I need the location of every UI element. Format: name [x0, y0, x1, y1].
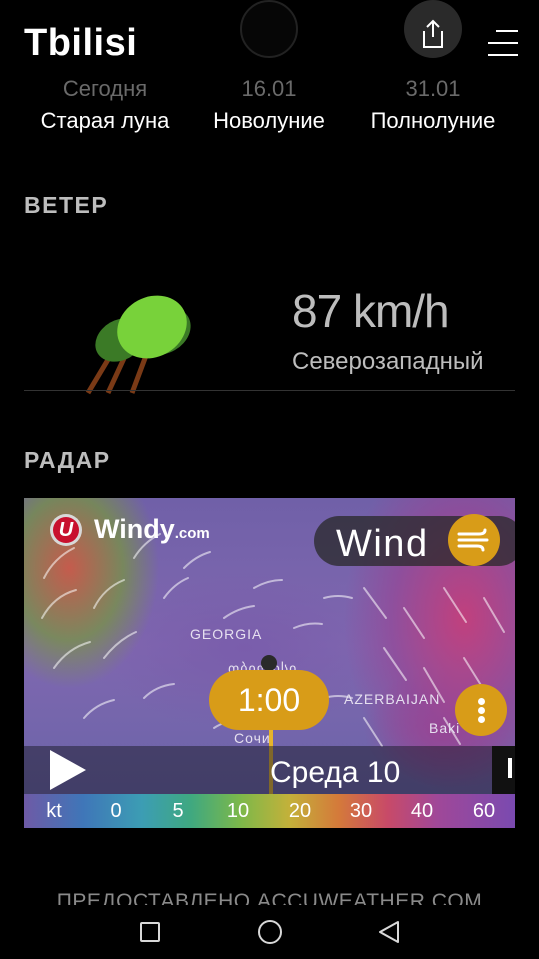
- scale-value: 5: [172, 800, 184, 822]
- app-header: Tbilisi: [0, 0, 539, 82]
- more-options-button[interactable]: [455, 684, 507, 736]
- moon-phase-new: 16.01 Новолуние: [184, 78, 354, 134]
- moon-date: 16.01: [241, 78, 297, 101]
- radar-map[interactable]: U Windy.com Wind GEORGIA თბილისი AZERBAI…: [24, 498, 515, 828]
- more-vertical-icon: [478, 698, 485, 705]
- scale-unit: kt: [46, 800, 62, 822]
- windy-logo-icon: U: [50, 514, 82, 546]
- wind-speed: 87 km/h: [292, 285, 450, 337]
- moon-phase-label: Старая луна: [40, 108, 170, 133]
- share-icon: [423, 19, 443, 48]
- timeline-next[interactable]: [492, 746, 515, 794]
- windy-brand-suffix: .com: [174, 525, 210, 542]
- trees-wind-icon: [85, 295, 191, 395]
- wind-direction: Северозападный: [292, 348, 484, 375]
- wind-section-title: ВЕТЕР: [24, 192, 109, 218]
- scale-value: 0: [110, 800, 122, 822]
- moon-phase-label: Новолуние: [213, 108, 325, 133]
- layer-label: Wind: [336, 523, 429, 565]
- map-label-azerbaijan: AZERBAIJAN: [344, 691, 441, 707]
- moon-date: 31.01: [405, 78, 461, 101]
- moon-phase-today: Сегодня Старая луна: [20, 78, 190, 134]
- section-divider: [24, 390, 515, 391]
- wind-layer-icon[interactable]: [448, 514, 500, 566]
- moon-date: Сегодня: [62, 78, 148, 101]
- city-title: Tbilisi: [24, 22, 138, 64]
- scale-value: 30: [349, 800, 373, 822]
- timeline-day: Среда 10: [270, 756, 401, 789]
- moon-phase-full: 31.01 Полнолуние: [348, 78, 518, 134]
- scale-value: 20: [288, 800, 312, 822]
- share-button[interactable]: [404, 0, 462, 58]
- map-label-georgia: GEORGIA: [190, 626, 263, 642]
- menu-button[interactable]: [486, 30, 518, 60]
- recents-button[interactable]: [140, 922, 160, 942]
- location-marker[interactable]: [261, 655, 277, 671]
- windy-brand-name: Windy: [94, 514, 175, 544]
- scale-value: 10: [226, 800, 250, 822]
- menu-icon: [496, 30, 518, 32]
- system-nav-bar: [0, 905, 539, 959]
- time-bubble[interactable]: 1:00: [209, 670, 329, 730]
- scale-value: 60: [472, 800, 496, 822]
- map-label-baku: Baki: [429, 720, 461, 736]
- back-button[interactable]: [376, 919, 402, 945]
- map-label-city-bottom: Сочи: [234, 730, 271, 746]
- wind-icon: [457, 528, 489, 552]
- home-button[interactable]: [258, 920, 282, 944]
- play-icon[interactable]: [50, 750, 86, 790]
- windy-brand: Windy.com: [94, 514, 210, 545]
- radar-section-title: РАДАР: [24, 447, 111, 473]
- moon-phase-label: Полнолуние: [370, 108, 496, 133]
- scale-value: 40: [410, 800, 434, 822]
- wind-scale-bar: kt 0 5 10 20 30 40 60: [24, 794, 515, 828]
- moon-icon: [240, 0, 298, 58]
